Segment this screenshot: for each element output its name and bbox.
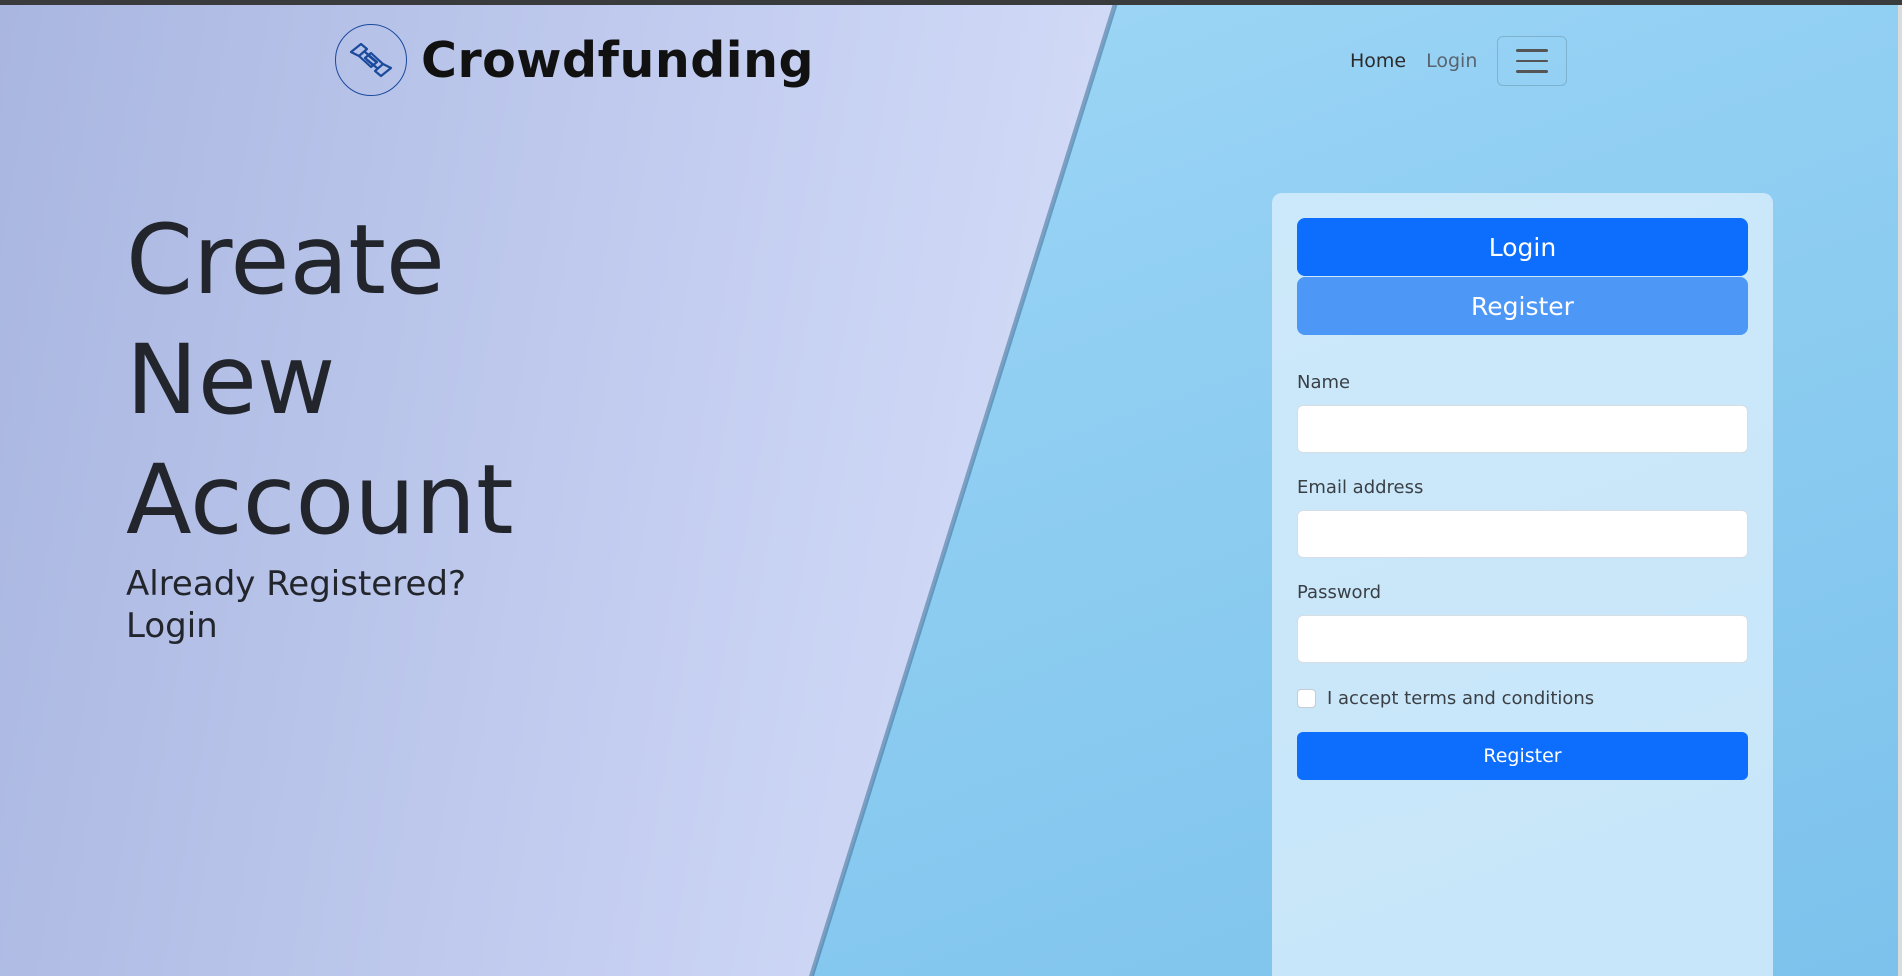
page: Crowdfunding Home Login Create New Accou… (0, 0, 1902, 976)
handshake-icon (335, 24, 407, 96)
hero-title-line: New (126, 324, 336, 436)
hero-title-line: Account (126, 444, 514, 556)
hamburger-line (1516, 49, 1549, 52)
register-submit-button[interactable]: Register (1297, 732, 1748, 780)
email-label: Email address (1297, 477, 1424, 498)
hero-title: Create New Account (126, 200, 514, 560)
password-field[interactable] (1297, 615, 1748, 663)
login-tab-button[interactable]: Login (1297, 218, 1748, 276)
hero-login-link[interactable]: Login (126, 605, 466, 647)
hamburger-line (1516, 59, 1549, 63)
name-label: Name (1297, 372, 1351, 393)
password-label: Password (1297, 582, 1382, 603)
hamburger-line (1516, 70, 1549, 73)
already-registered-text: Already Registered? (126, 564, 466, 604)
window-top-border (0, 0, 1902, 5)
auth-panel: Login Register Name Email address Passwo… (1272, 193, 1773, 976)
name-field[interactable] (1297, 405, 1748, 453)
nav-link-home[interactable]: Home (1350, 50, 1406, 72)
hero-title-line: Create (126, 204, 445, 316)
terms-label[interactable]: I accept terms and conditions (1327, 688, 1594, 709)
terms-checkbox[interactable] (1297, 689, 1316, 708)
terms-row: I accept terms and conditions (1297, 688, 1748, 709)
brand-name: Crowdfunding (421, 31, 815, 89)
nav-link-login[interactable]: Login (1426, 50, 1477, 72)
hamburger-menu-icon[interactable] (1497, 36, 1568, 86)
register-tab-button[interactable]: Register (1297, 277, 1748, 335)
scrollbar[interactable] (1898, 5, 1902, 976)
hero-subtitle: Already Registered? Login (126, 563, 466, 647)
email-field[interactable] (1297, 510, 1748, 558)
navbar: Home Login (1350, 36, 1568, 86)
brand[interactable]: Crowdfunding (335, 24, 814, 96)
